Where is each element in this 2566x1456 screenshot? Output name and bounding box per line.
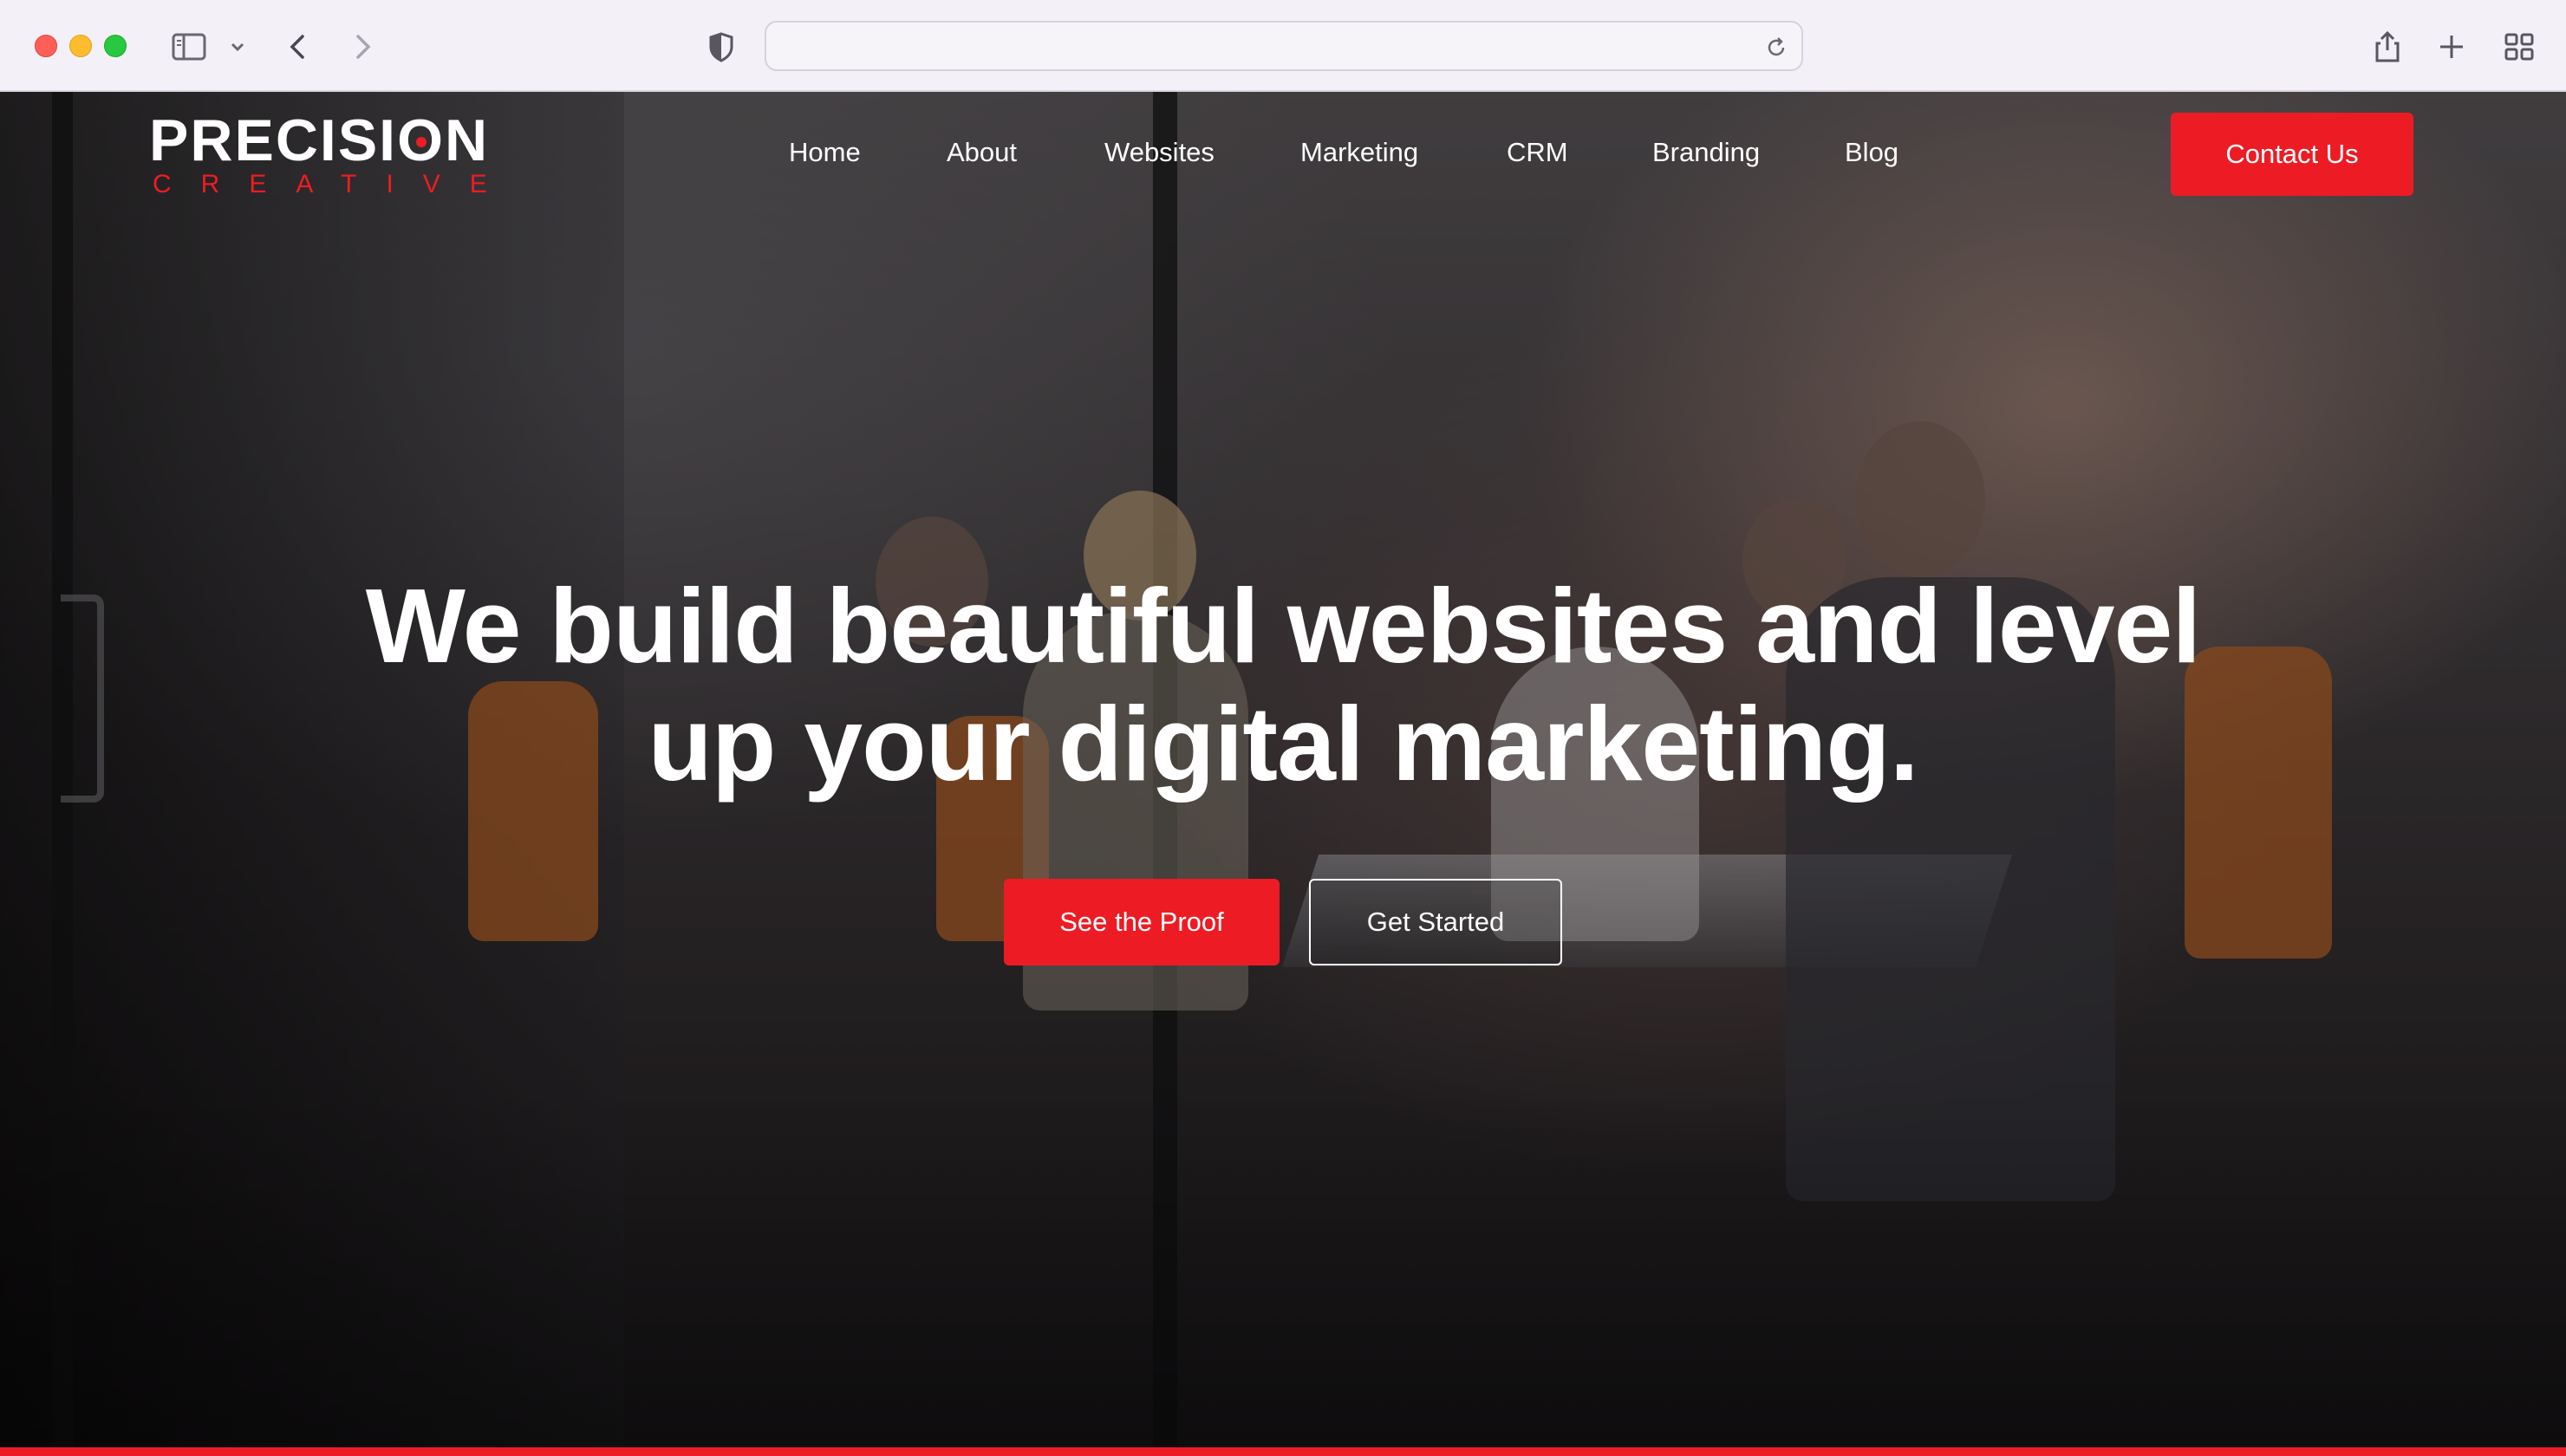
share-icon[interactable] bbox=[2368, 28, 2406, 66]
url-input[interactable] bbox=[784, 31, 1737, 62]
accent-stripe bbox=[0, 1447, 2566, 1456]
web-page: PRECISION CREATIVE Home About Websites M… bbox=[0, 92, 2566, 1456]
hero-headline: We build beautiful websites and level up… bbox=[329, 567, 2237, 803]
nav-item-blog[interactable]: Blog bbox=[1845, 137, 1898, 168]
logo-tagline: CREATIVE bbox=[153, 170, 517, 198]
new-tab-icon[interactable] bbox=[2432, 28, 2471, 66]
nav-item-websites[interactable]: Websites bbox=[1104, 137, 1215, 168]
minimize-window-button[interactable] bbox=[69, 35, 92, 57]
back-icon[interactable] bbox=[279, 28, 317, 66]
sidebar-icon[interactable] bbox=[170, 28, 208, 66]
get-started-button[interactable]: Get Started bbox=[1309, 879, 1562, 965]
hero-headline-line1: We build beautiful websites and level bbox=[365, 567, 2202, 685]
forward-icon[interactable] bbox=[343, 28, 381, 66]
address-bar[interactable] bbox=[765, 21, 1803, 71]
logo-dot bbox=[416, 137, 427, 147]
nav-item-about[interactable]: About bbox=[947, 137, 1017, 168]
tab-overview-icon[interactable] bbox=[2500, 28, 2538, 66]
nav-item-home[interactable]: Home bbox=[789, 137, 861, 168]
chevron-down-icon[interactable] bbox=[227, 28, 248, 66]
close-window-button[interactable] bbox=[35, 35, 57, 57]
shield-icon[interactable] bbox=[702, 28, 740, 66]
zoom-window-button[interactable] bbox=[104, 35, 127, 57]
browser-toolbar bbox=[0, 0, 2566, 92]
contact-us-button[interactable]: Contact Us bbox=[2171, 113, 2413, 196]
nav-item-branding[interactable]: Branding bbox=[1652, 137, 1760, 168]
site-logo[interactable]: PRECISION CREATIVE bbox=[149, 111, 496, 198]
logo-wordmark: PRECISION bbox=[149, 107, 490, 173]
nav-item-crm[interactable]: CRM bbox=[1507, 137, 1568, 168]
nav-item-marketing[interactable]: Marketing bbox=[1300, 137, 1418, 168]
reload-icon[interactable] bbox=[1763, 35, 1789, 61]
hero-headline-line2: up your digital marketing. bbox=[648, 685, 1918, 803]
see-the-proof-button[interactable]: See the Proof bbox=[1004, 879, 1280, 965]
